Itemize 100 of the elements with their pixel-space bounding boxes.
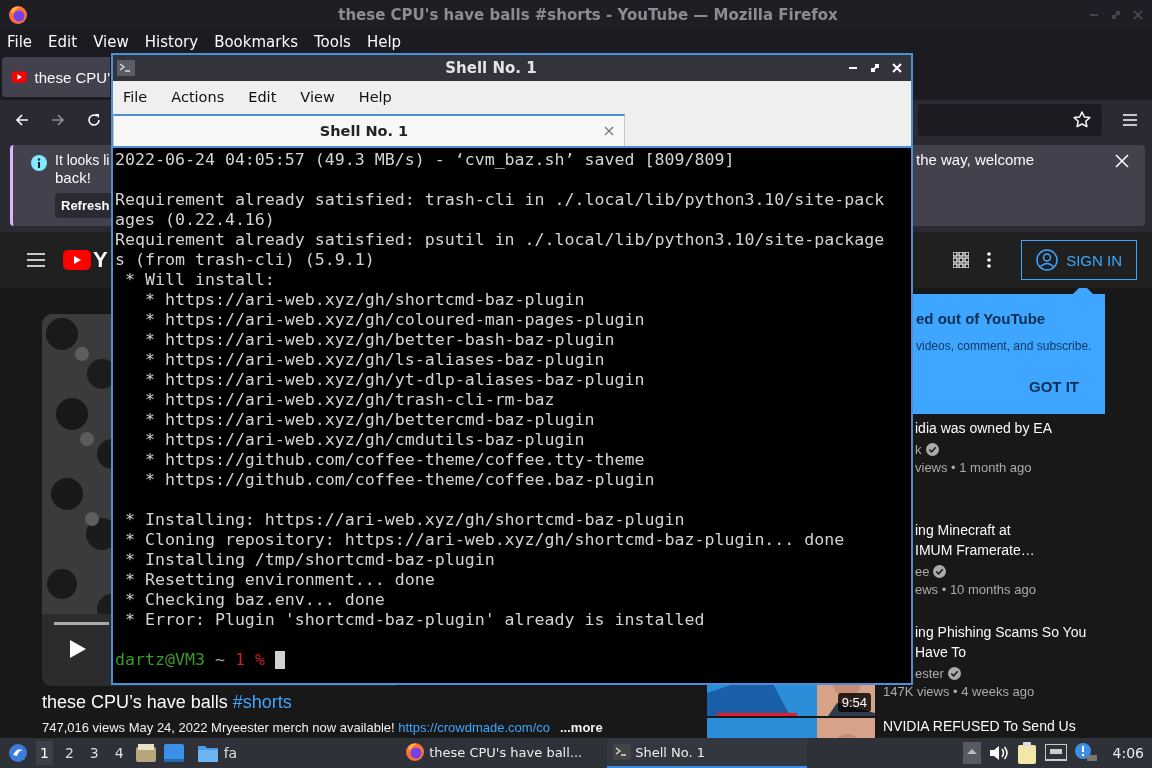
video-title[interactable]: IMUM Framerate… xyxy=(915,540,1036,560)
link[interactable]: https://crowdmade.com/co xyxy=(398,720,550,735)
prompt-directory: ~ xyxy=(214,650,225,670)
window-title: these CPU's have balls #shorts - YouTube — Mozilla Firefox xyxy=(337,6,839,24)
menu-item[interactable]: Help xyxy=(358,89,392,105)
video-title[interactable]: ing Minecraft at xyxy=(915,520,1036,540)
text-cursor xyxy=(274,651,285,669)
menu-item[interactable]: View xyxy=(93,33,129,51)
terminal-line: * Checking baz.env... done xyxy=(124,590,386,610)
video-description: 747,016 views May 24, 2022 Mryeester merch now available! https://crowdmade.com/co ...more xyxy=(42,720,604,735)
video-title[interactable]: Have To xyxy=(915,642,1087,662)
menu-item[interactable]: Edit xyxy=(248,89,277,105)
terminal-line: * https://ari-web.xyz/gh/shortcmd-baz-plugin xyxy=(143,290,586,310)
video-title[interactable]: NVIDIA REFUSED To Send Us xyxy=(883,718,1076,734)
video-title[interactable]: ing Phishing Scams So You xyxy=(915,622,1087,642)
browser-logo-icon xyxy=(405,742,426,762)
network-icon[interactable] xyxy=(1044,744,1067,762)
more-link[interactable]: ...more xyxy=(560,720,603,735)
terminal-line: * https://ari-web.xyz/gh/coloured-man-pages-plugin xyxy=(143,310,646,330)
info-icon xyxy=(31,155,47,171)
menu-item[interactable]: Actions xyxy=(171,89,225,105)
menu-item[interactable]: File xyxy=(123,89,148,105)
more-options-icon[interactable] xyxy=(987,252,992,268)
workspace-button[interactable]: 4 xyxy=(110,741,128,765)
window-title: Shell No. 1 xyxy=(444,59,538,77)
terminal-line: * https://github.com/coffee-theme/coffee.baz-plugin xyxy=(143,470,656,490)
notification-text: back! xyxy=(55,169,91,187)
terminal-line: * Installing /tmp/shortcmd-baz-plugin xyxy=(124,550,496,570)
back-icon[interactable] xyxy=(14,112,30,128)
maximize-icon[interactable] xyxy=(869,62,881,74)
menu-icon[interactable] xyxy=(1122,113,1138,127)
terminal-line: * https://ari-web.xyz/gh/trash-cli-rm-baz xyxy=(143,390,556,410)
folder-launcher[interactable]: fa xyxy=(191,743,244,763)
logo-text: Y xyxy=(93,247,108,273)
channel-name[interactable]: ee xyxy=(915,564,930,579)
menu-item[interactable]: View xyxy=(300,89,335,105)
terminal-tab[interactable]: Shell No. 1 xyxy=(113,114,625,146)
video-title: these CPU’s have balls #shorts xyxy=(42,692,293,713)
workspace-button[interactable]: 2 xyxy=(60,741,78,765)
file-cabinet-icon[interactable] xyxy=(135,744,156,762)
video-meta: views • 1 month ago xyxy=(915,460,1033,475)
play-icon[interactable] xyxy=(70,640,86,658)
video-site-icon xyxy=(12,71,27,83)
start-menu-icon[interactable] xyxy=(8,743,28,763)
menu-item[interactable]: History xyxy=(144,33,199,51)
terminal-line: * Will install: xyxy=(124,270,276,290)
terminal-line: * https://ari-web.xyz/gh/bettercmd-baz-plugin xyxy=(143,410,596,430)
volume-icon[interactable] xyxy=(988,744,1009,762)
terminal-icon xyxy=(613,744,632,760)
menu-item[interactable]: Bookmarks xyxy=(214,33,298,51)
terminal-line: * https://ari-web.xyz/gh/cmdutils-baz-plugin xyxy=(143,430,586,450)
clock: 4:06 xyxy=(1112,745,1144,761)
refresh-button[interactable]: Refresh xyxy=(55,193,113,218)
terminal-line: * Installing: https://ari-web.xyz/gh/shortcmd-baz-plugin xyxy=(124,510,686,530)
video-meta: ews • 10 months ago xyxy=(915,582,1036,597)
terminal-line: 2022-06-24 04:05:57 (49.3 MB/s) - ‘cvm_baz.sh’ saved [809/809] xyxy=(115,150,736,170)
workspace-button[interactable]: 1 xyxy=(36,741,53,765)
notification-text: It looks li xyxy=(55,151,110,169)
menu-item[interactable]: Help xyxy=(366,33,402,51)
channel-name[interactable]: k xyxy=(915,442,922,457)
duration-badge: 9:54 xyxy=(837,693,871,712)
video-meta: 147K views • 4 weeks ago xyxy=(883,684,1036,699)
browser-tab[interactable]: these CPU' xyxy=(2,57,110,97)
apps-grid-icon[interactable] xyxy=(953,252,970,268)
update-icon[interactable] xyxy=(1074,743,1097,763)
notification-text: the way, welcome xyxy=(916,151,1036,170)
desktop-icon[interactable] xyxy=(163,744,184,762)
workspace-button[interactable]: 3 xyxy=(85,741,103,765)
clipboard-icon[interactable] xyxy=(1016,742,1037,764)
prompt-user: dartz@VM3 xyxy=(115,650,205,670)
terminal-icon xyxy=(117,60,135,76)
terminal-line: * Cloning repository: https://ari-web.xyz/gh/shortcmd-baz-plugin... done xyxy=(124,530,846,550)
forward-icon[interactable] xyxy=(50,112,66,128)
terminal-line: * https://ari-web.xyz/gh/better-bash-baz-plugin xyxy=(143,330,616,350)
got-it-button[interactable]: GOT IT xyxy=(1023,377,1085,396)
menu-item[interactable]: Edit xyxy=(48,33,78,51)
account-icon xyxy=(1036,249,1059,271)
bookmark-star-icon[interactable] xyxy=(1072,110,1092,130)
taskbar-task[interactable]: Shell No. 1 xyxy=(607,738,808,768)
terminal-line: * https://ari-web.xyz/gh/ls-aliases-baz-plugin xyxy=(143,350,606,370)
reload-icon[interactable] xyxy=(86,112,102,128)
taskbar-task[interactable]: these CPU's have ball... xyxy=(399,738,600,768)
menu-item[interactable]: File xyxy=(7,33,33,51)
terminal-line: * https://ari-web.xyz/gh/yt-dlp-aliases-baz-plugin xyxy=(143,370,646,390)
hashtag-link[interactable]: #shorts xyxy=(232,692,292,712)
close-tab-icon[interactable] xyxy=(604,126,614,136)
sign-in-button[interactable]: SIGN IN xyxy=(1021,240,1137,280)
terminal-line: * https://github.com/coffee-theme/coffee.tty-theme xyxy=(143,450,646,470)
channel-name[interactable]: ester xyxy=(915,666,944,681)
browser-logo-icon xyxy=(8,5,28,25)
video-site-logo-icon[interactable] xyxy=(63,250,91,270)
video-title[interactable]: idia was owned by EA xyxy=(915,418,1052,438)
menu-icon[interactable] xyxy=(27,253,45,267)
terminal-line: * Resetting environment... done xyxy=(124,570,436,590)
folder-icon xyxy=(197,744,218,762)
terminal-line: * Error: Plugin 'shortcmd-baz-plugin' already is installed xyxy=(124,610,706,630)
terminal-line: Requirement already satisfied: trash-cli in ./.local/lib/python3.10/site-pack xyxy=(115,190,886,210)
prompt-status: 1 % xyxy=(234,650,265,670)
menu-item[interactable]: Tools xyxy=(313,33,351,51)
terminal-line: Requirement already satisfied: psutil in ./.local/lib/python3.10/site-package xyxy=(115,230,886,250)
